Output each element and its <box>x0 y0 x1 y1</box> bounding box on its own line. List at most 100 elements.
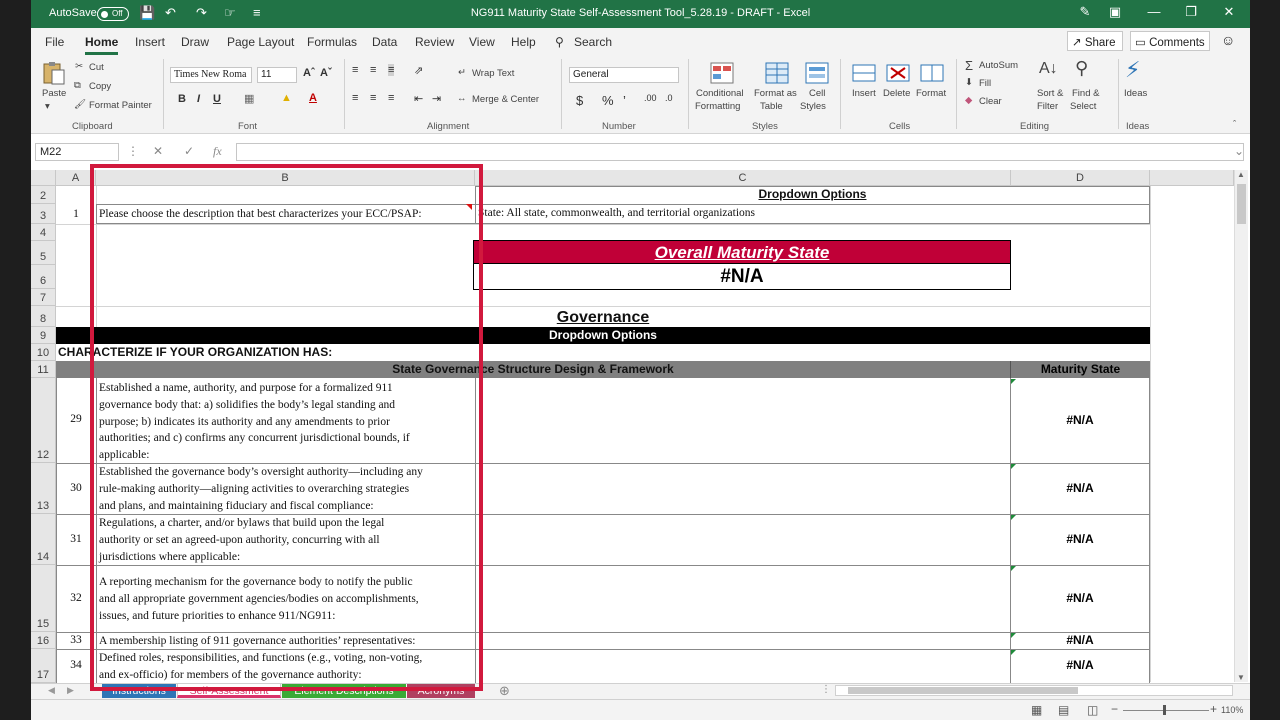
paste-icon[interactable] <box>41 61 67 85</box>
feedback-smiley-icon[interactable]: ☺ <box>1221 32 1235 48</box>
vertical-scroll-thumb[interactable] <box>1237 184 1246 224</box>
format-as-table-label[interactable]: Format as <box>754 88 797 99</box>
ecc-psap-dropdown[interactable]: State: All state, commonwealth, and terr… <box>478 207 755 219</box>
font-name-box[interactable]: Times New Roma <box>170 67 252 83</box>
cell-styles-label-2[interactable]: Styles <box>800 101 826 112</box>
conditional-formatting-label[interactable]: Conditional <box>696 88 744 99</box>
paste-label[interactable]: Paste <box>42 88 66 99</box>
align-left-icon[interactable]: ≡ <box>352 92 358 104</box>
row-header-12[interactable]: 12 <box>31 378 56 463</box>
scroll-down-icon[interactable]: ▼ <box>1237 673 1245 682</box>
maturity-state-value[interactable]: #N/A <box>1010 481 1150 495</box>
row-header-2[interactable]: 2 <box>31 186 56 204</box>
row-header-11[interactable]: 11 <box>31 361 56 378</box>
enter-formula-icon[interactable]: ✓ <box>184 144 194 158</box>
page-break-view-icon[interactable]: ◫ <box>1087 703 1098 717</box>
column-header-e[interactable] <box>1150 170 1234 186</box>
row-header-5[interactable]: 5 <box>31 241 56 265</box>
sort-filter-label[interactable]: Sort & <box>1037 88 1063 99</box>
search-icon[interactable]: ⚲ <box>555 35 564 49</box>
row-header-14[interactable]: 14 <box>31 514 56 565</box>
ideas-icon[interactable]: ⚡ <box>1125 57 1140 83</box>
find-select-icon[interactable]: ⚲ <box>1075 58 1088 79</box>
copy-icon[interactable]: ⧉ <box>74 80 81 91</box>
bold-icon[interactable]: B <box>178 93 186 105</box>
delete-cells-icon[interactable] <box>885 61 911 85</box>
row-header-16[interactable]: 16 <box>31 632 56 649</box>
vertical-scrollbar[interactable]: ▲ ▼ <box>1234 170 1248 682</box>
next-sheet-icon[interactable]: ▶ <box>67 685 74 696</box>
clear-icon[interactable]: ◆ <box>965 95 972 106</box>
maturity-state-value[interactable]: #N/A <box>1010 658 1150 672</box>
zoom-level[interactable]: 110% <box>1221 705 1243 715</box>
align-right-icon[interactable]: ≡ <box>388 92 394 104</box>
format-painter-icon[interactable]: 🖌 <box>74 99 86 110</box>
maturity-state-value[interactable]: #N/A <box>1010 413 1150 427</box>
format-cells-icon[interactable] <box>919 61 945 85</box>
column-header-d[interactable]: D <box>1011 170 1150 186</box>
number-format-box[interactable]: General <box>569 67 679 83</box>
cell-styles-icon[interactable] <box>804 61 830 85</box>
copy-label[interactable]: Copy <box>89 81 111 92</box>
format-painter-label[interactable]: Format Painter <box>89 100 152 111</box>
currency-icon[interactable]: $ <box>576 93 583 108</box>
cell-styles-label[interactable]: Cell <box>809 88 825 99</box>
row-header-8[interactable]: 8 <box>31 306 56 327</box>
paste-dropdown-icon[interactable]: ▾ <box>45 101 50 112</box>
fill-label[interactable]: Fill <box>979 78 991 89</box>
maturity-state-value[interactable]: #N/A <box>1010 532 1150 546</box>
pen-icon[interactable]: ✎ <box>1075 4 1095 20</box>
autosum-label[interactable]: AutoSum <box>979 60 1018 71</box>
search-box[interactable]: Search <box>574 35 612 49</box>
fill-icon[interactable]: ⬇ <box>965 77 973 88</box>
row-header-3[interactable]: 3 <box>31 204 56 224</box>
orientation-icon[interactable]: ⇗ <box>414 64 423 77</box>
insert-cells-icon[interactable] <box>851 61 877 85</box>
tab-split-handle-icon[interactable]: ⋮ <box>821 684 831 695</box>
page-layout-view-icon[interactable]: ▤ <box>1058 703 1069 717</box>
increase-indent-icon[interactable]: ⇥ <box>432 92 441 105</box>
merge-center-button[interactable]: Merge & Center <box>472 94 539 105</box>
clear-label[interactable]: Clear <box>979 96 1002 107</box>
cut-icon[interactable]: ✂ <box>75 61 83 72</box>
maturity-state-value[interactable]: #N/A <box>1010 591 1150 605</box>
tab-draw[interactable]: Draw <box>181 35 209 49</box>
zoom-slider[interactable] <box>1123 710 1209 711</box>
insert-label[interactable]: Insert <box>852 88 876 99</box>
row-header-6[interactable]: 6 <box>31 265 56 289</box>
find-select-label[interactable]: Find & <box>1072 88 1099 99</box>
sort-filter-icon[interactable]: A↓ <box>1039 60 1058 78</box>
close-icon[interactable]: ✕ <box>1219 4 1239 20</box>
tab-page-layout[interactable]: Page Layout <box>227 35 294 49</box>
tab-file[interactable]: File <box>45 35 64 49</box>
borders-icon[interactable]: ▦ <box>244 92 254 105</box>
fill-color-icon[interactable]: ▲ <box>281 92 292 104</box>
font-size-box[interactable]: 11 <box>257 67 297 83</box>
autosum-icon[interactable]: Σ <box>965 58 973 73</box>
name-box[interactable]: M22 <box>35 143 119 161</box>
bottom-align-icon[interactable]: ≡ <box>388 64 395 76</box>
shrink-font-icon[interactable]: Aˇ <box>320 67 332 79</box>
align-center-icon[interactable]: ≡ <box>370 92 376 104</box>
comma-icon[interactable]: ’ <box>623 93 626 108</box>
tab-insert[interactable]: Insert <box>135 35 165 49</box>
font-color-icon[interactable]: A <box>309 92 317 104</box>
insert-function-icon[interactable]: fx <box>213 144 222 159</box>
name-box-menu-icon[interactable]: ⋮ <box>127 144 139 158</box>
collapse-ribbon-icon[interactable]: ˆ <box>1233 119 1236 130</box>
decrease-indent-icon[interactable]: ⇤ <box>414 92 423 105</box>
conditional-formatting-label-2[interactable]: Formatting <box>695 101 740 112</box>
conditional-formatting-icon[interactable] <box>709 61 735 85</box>
cut-label[interactable]: Cut <box>89 62 104 73</box>
scroll-up-icon[interactable]: ▲ <box>1237 170 1245 179</box>
row-header-15[interactable]: 15 <box>31 565 56 632</box>
wrap-text-button[interactable]: Wrap Text <box>472 68 514 79</box>
minimize-icon[interactable]: — <box>1144 4 1164 19</box>
tab-view[interactable]: View <box>469 35 495 49</box>
zoom-in-icon[interactable]: + <box>1210 702 1217 716</box>
percent-icon[interactable]: % <box>602 93 614 108</box>
maturity-state-value[interactable]: #N/A <box>1010 633 1150 647</box>
italic-icon[interactable]: I <box>197 93 200 105</box>
top-align-icon[interactable]: ≡ <box>352 64 358 76</box>
comments-button[interactable]: ▭ Comments <box>1130 31 1210 51</box>
